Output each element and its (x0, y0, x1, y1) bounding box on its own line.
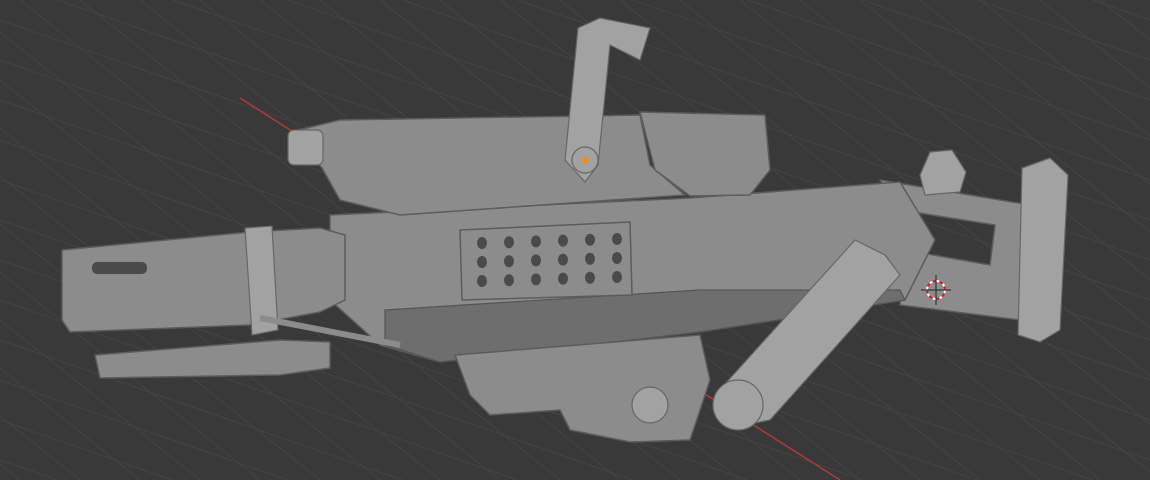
vent-hole (531, 273, 541, 286)
grid-line (0, 319, 201, 480)
front-cap (287, 129, 324, 166)
grid-line (0, 419, 173, 480)
gun-model[interactable] (61, 17, 1069, 443)
vent-hole (585, 233, 595, 246)
grid-line (1099, 0, 1150, 41)
stock-fin (919, 149, 967, 196)
vent-hole (558, 234, 568, 247)
vent-hole (504, 255, 514, 268)
vent-hole (531, 254, 541, 267)
barrel (61, 227, 346, 333)
3d-viewport[interactable] (0, 0, 1150, 480)
vent-hole (612, 252, 622, 264)
vent-hole (558, 272, 568, 285)
vent-hole (504, 274, 514, 287)
vent-hole (477, 256, 487, 268)
grid-line (1039, 0, 1150, 89)
vent-hole (531, 235, 541, 248)
vent-hole (504, 236, 514, 249)
upper-housing (289, 114, 686, 216)
grid-line (0, 367, 141, 480)
vent-hole (477, 275, 487, 287)
stock-butt-plate (1017, 157, 1069, 343)
vent-hole (477, 237, 487, 249)
vent-hole (585, 271, 595, 284)
object-origin-icon (582, 157, 588, 163)
vent-hole (585, 252, 595, 265)
grid-line (977, 0, 1150, 61)
grid-line (0, 415, 81, 480)
vent-hole (612, 271, 622, 283)
grid-line (0, 379, 288, 480)
vent-hole (612, 233, 622, 245)
vent-hole (558, 253, 568, 266)
grip-end (712, 379, 764, 431)
barrel-slot (92, 262, 147, 274)
grid-line (0, 459, 58, 480)
knob[interactable] (631, 386, 669, 424)
